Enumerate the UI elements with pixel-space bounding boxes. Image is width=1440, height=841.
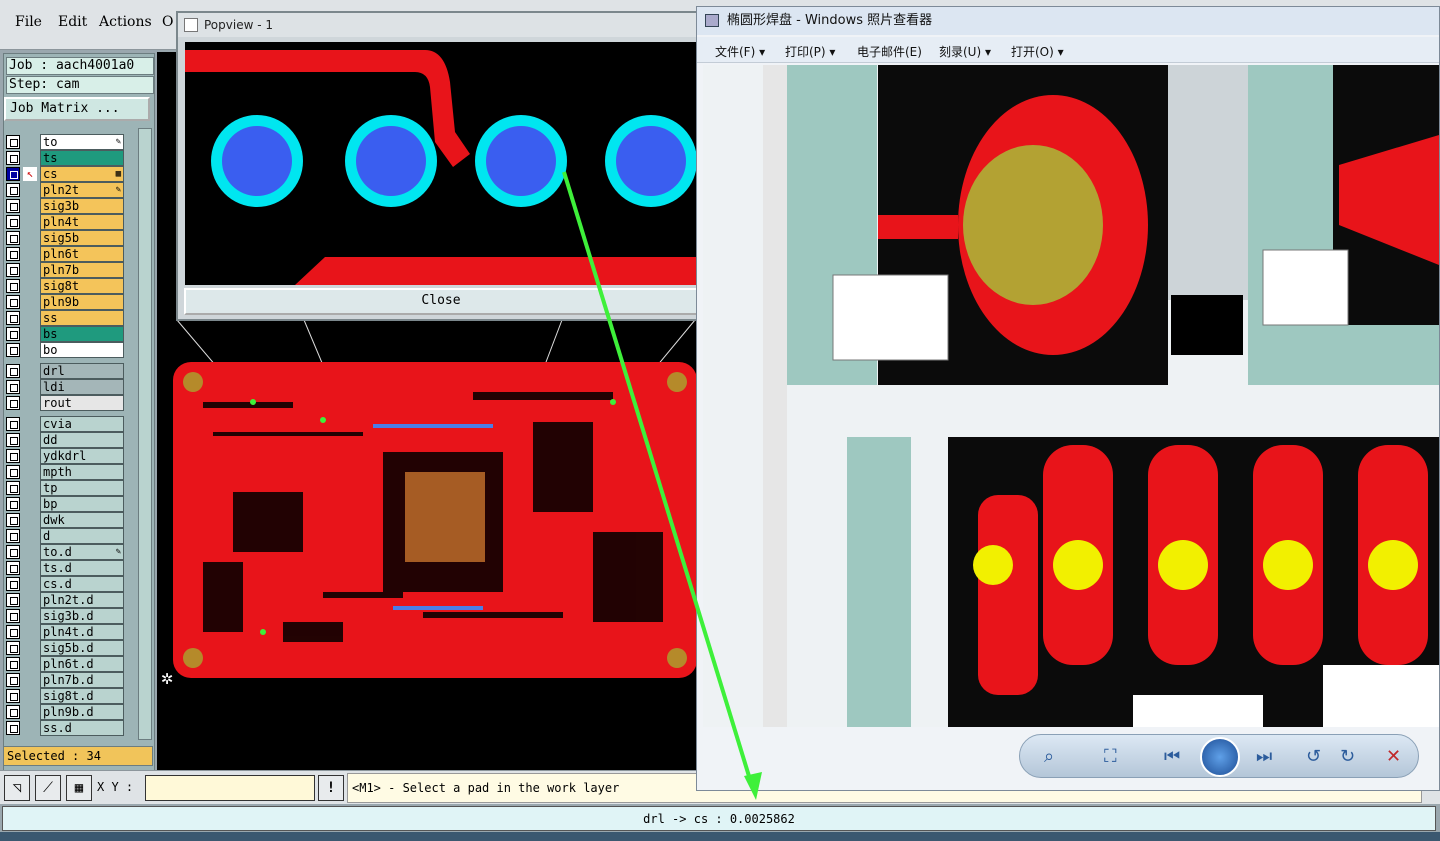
annotation-arrow — [562, 171, 762, 800]
